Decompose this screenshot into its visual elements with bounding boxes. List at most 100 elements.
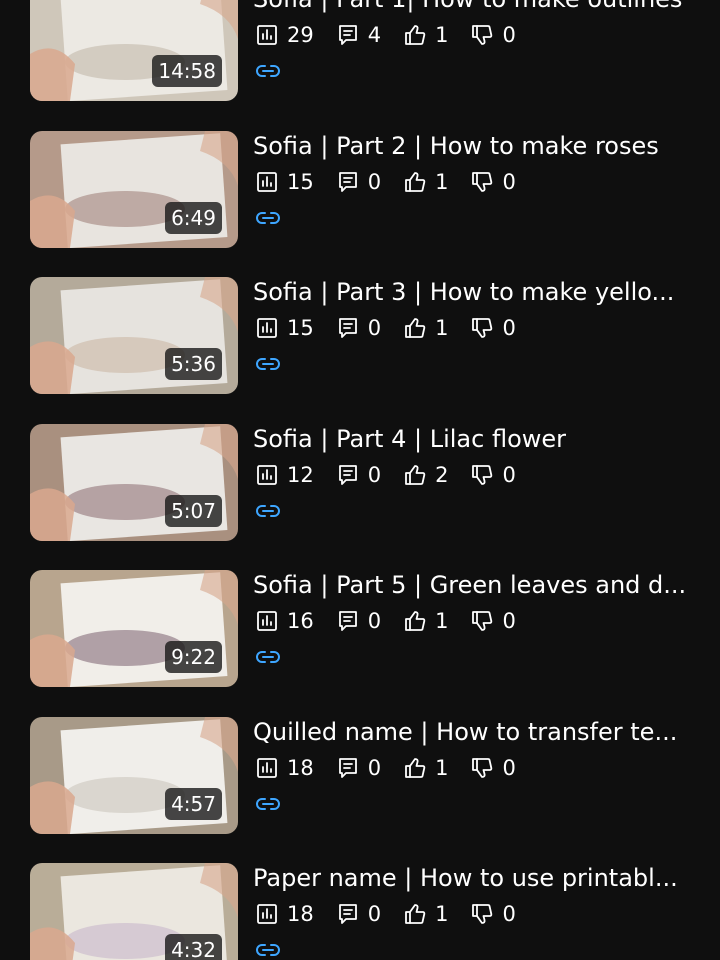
dislikes-stat: 0 (470, 170, 516, 194)
thumbs-up-icon (405, 904, 426, 924)
link-icon[interactable] (255, 502, 281, 525)
likes-stat-value: 1 (435, 170, 449, 194)
video-title[interactable]: Sofia | Part 4 | Lilac flower (253, 424, 693, 454)
link-icon[interactable] (255, 648, 281, 671)
views-icon (257, 611, 277, 631)
comments-stat-value: 0 (367, 170, 382, 194)
views-icon (257, 758, 277, 778)
dislikes-stat: 0 (470, 902, 516, 926)
video-thumbnail[interactable]: 4:32 (30, 863, 238, 960)
comments-stat: 0 (336, 756, 381, 780)
thumbs-up-icon (405, 465, 426, 485)
comments-stat: 0 (336, 609, 381, 633)
likes-stat: 1 (403, 23, 448, 47)
video-title[interactable]: Sofia | Part 5 | Green leaves and d... (253, 570, 693, 600)
dislikes-stat-value: 0 (502, 756, 516, 780)
link-icon[interactable] (255, 62, 281, 85)
dislikes-stat-value: 0 (502, 170, 516, 194)
views-stat-value: 16 (287, 609, 314, 633)
video-title[interactable]: Quilled name | How to transfer te... (253, 717, 693, 747)
dislikes-stat: 0 (470, 23, 516, 47)
views-stat: 15 (255, 170, 314, 194)
dislikes-stat-value: 0 (502, 463, 516, 487)
comments-stat: 0 (336, 902, 381, 926)
video-title[interactable]: Sofia | Part 1| How to make outlines (253, 0, 693, 14)
link-icon[interactable] (255, 941, 281, 960)
video-row[interactable]: 4:57 Quilled name | How to transfer te...… (0, 717, 720, 835)
video-row[interactable]: 9:22 Sofia | Part 5 | Green leaves and d.… (0, 570, 720, 688)
dislikes-stat: 0 (470, 463, 516, 487)
comments-stat: 4 (336, 23, 381, 47)
dislikes-stat-value: 0 (502, 23, 516, 47)
video-thumbnail[interactable]: 5:07 (30, 424, 238, 541)
comments-icon (338, 465, 357, 485)
video-row[interactable]: 14:58 Sofia | Part 1| How to make outline… (0, 0, 720, 102)
video-stats: 18 0 1 0 (255, 900, 538, 928)
likes-stat-value: 1 (435, 902, 449, 926)
views-stat: 15 (255, 316, 314, 340)
comments-stat-value: 0 (367, 463, 382, 487)
video-stats: 29 4 1 0 (255, 21, 538, 49)
video-stats: 15 0 1 0 (255, 314, 538, 342)
dislikes-stat-value: 0 (502, 902, 516, 926)
duration-badge: 5:36 (165, 348, 222, 380)
video-stats: 18 0 1 0 (255, 754, 538, 782)
thumbs-down-icon (472, 172, 493, 192)
video-row[interactable]: 5:36 Sofia | Part 3 | How to make yello..… (0, 277, 720, 395)
video-list: 14:58 Sofia | Part 1| How to make outline… (0, 0, 720, 960)
views-stat: 12 (255, 463, 314, 487)
likes-stat-value: 1 (435, 756, 449, 780)
dislikes-stat-value: 0 (502, 609, 516, 633)
views-icon (257, 172, 277, 192)
video-thumbnail[interactable]: 9:22 (30, 570, 238, 687)
duration-badge: 5:07 (165, 495, 222, 527)
thumbs-down-icon (472, 758, 493, 778)
views-icon (257, 904, 277, 924)
comments-icon (338, 318, 357, 338)
video-row[interactable]: 5:07 Sofia | Part 4 | Lilac flower 12 0 2 0 (0, 424, 720, 542)
thumbs-down-icon (472, 611, 493, 631)
link-icon[interactable] (255, 209, 281, 232)
video-row[interactable]: 4:32 Paper name | How to use printabl... 1… (0, 863, 720, 960)
thumbs-down-icon (472, 465, 493, 485)
video-thumbnail[interactable]: 4:57 (30, 717, 238, 834)
duration-badge: 9:22 (165, 641, 222, 673)
link-icon[interactable] (255, 355, 281, 378)
duration-badge: 4:57 (165, 788, 222, 820)
video-title[interactable]: Sofia | Part 3 | How to make yello... (253, 277, 693, 307)
comments-stat-value: 0 (367, 756, 382, 780)
video-stats: 15 0 1 0 (255, 168, 538, 196)
link-icon[interactable] (255, 795, 281, 818)
video-stats: 12 0 2 0 (255, 461, 538, 489)
duration-badge: 4:32 (165, 934, 222, 960)
likes-stat-value: 2 (435, 463, 449, 487)
comments-icon (338, 611, 357, 631)
likes-stat: 1 (403, 316, 448, 340)
likes-stat: 1 (403, 609, 448, 633)
views-stat-value: 15 (287, 170, 314, 194)
likes-stat-value: 1 (435, 23, 449, 47)
views-stat: 18 (255, 756, 314, 780)
thumbs-down-icon (472, 904, 493, 924)
video-title[interactable]: Paper name | How to use printabl... (253, 863, 693, 893)
views-stat-value: 18 (287, 902, 314, 926)
dislikes-stat: 0 (470, 316, 516, 340)
video-thumbnail[interactable]: 6:49 (30, 131, 238, 248)
likes-stat-value: 1 (435, 609, 449, 633)
views-stat-value: 18 (287, 756, 314, 780)
thumbs-up-icon (405, 611, 426, 631)
video-title[interactable]: Sofia | Part 2 | How to make roses (253, 131, 693, 161)
likes-stat: 1 (403, 902, 448, 926)
dislikes-stat: 0 (470, 609, 516, 633)
views-stat: 18 (255, 902, 314, 926)
likes-stat: 1 (403, 756, 448, 780)
comments-stat: 0 (336, 463, 381, 487)
video-thumbnail[interactable]: 5:36 (30, 277, 238, 394)
comments-stat-value: 0 (367, 609, 382, 633)
video-row[interactable]: 6:49 Sofia | Part 2 | How to make roses 15… (0, 131, 720, 249)
comments-stat-value: 0 (367, 316, 382, 340)
views-stat-value: 15 (287, 316, 314, 340)
video-thumbnail[interactable]: 14:58 (30, 0, 238, 101)
duration-badge: 14:58 (152, 55, 222, 87)
duration-badge: 6:49 (165, 202, 222, 234)
